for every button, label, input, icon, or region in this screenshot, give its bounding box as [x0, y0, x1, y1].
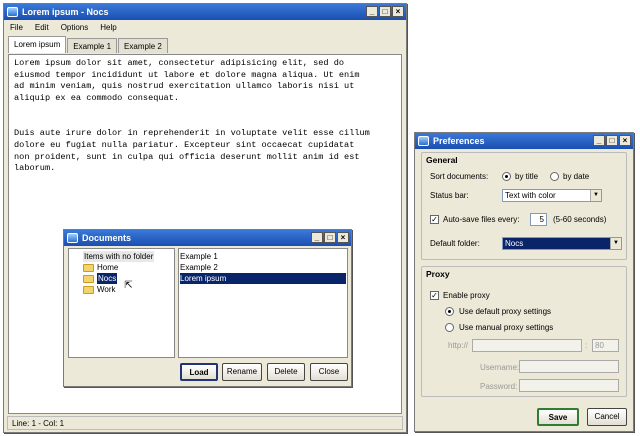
manual-proxy-label: Use manual proxy settings [459, 323, 554, 332]
documents-minimize-button[interactable]: _ [311, 232, 323, 243]
folder-item-home[interactable]: Home [83, 262, 174, 273]
documents-title: Documents [82, 233, 132, 243]
menubar: File Edit Options Help [4, 20, 406, 36]
enable-proxy-label: Enable proxy [443, 291, 490, 300]
username-label: Username: [480, 363, 520, 372]
statusbar-value: Text with color [505, 191, 556, 200]
folder-label: Work [97, 285, 116, 294]
save-button[interactable]: Save [537, 408, 579, 426]
autosave-input[interactable]: 5 [530, 213, 547, 226]
menu-file[interactable]: File [10, 20, 23, 36]
main-title: Lorem ipsum - Nocs [22, 7, 109, 17]
sort-by-title-radio[interactable] [502, 172, 511, 181]
username-input[interactable] [519, 360, 619, 373]
autosave-label: Auto-save files every: [443, 215, 520, 224]
menu-edit[interactable]: Edit [35, 20, 49, 36]
minimize-button[interactable]: _ [366, 6, 378, 17]
default-proxy-radio[interactable] [445, 307, 454, 316]
delete-button[interactable]: Delete [267, 363, 305, 381]
folder-icon [83, 274, 94, 283]
autosave-checkbox[interactable]: ✓ [430, 215, 439, 224]
proxy-heading: Proxy [426, 269, 450, 279]
documents-window: Documents _ □ × Items with no folder Hom… [63, 229, 352, 387]
app-icon [7, 7, 18, 17]
chevron-down-icon: ▼ [590, 190, 601, 201]
preferences-maximize-button[interactable]: □ [606, 135, 618, 146]
proxy-host-input[interactable] [472, 339, 582, 352]
main-titlebar[interactable]: Lorem ipsum - Nocs _ □ × [4, 4, 406, 20]
menu-options[interactable]: Options [61, 20, 89, 36]
preferences-icon [418, 136, 429, 146]
folder-item-no-folder[interactable]: Items with no folder [83, 251, 174, 262]
statusbar-select[interactable]: Text with color ▼ [502, 189, 602, 202]
file-item-lorem-ipsum[interactable]: Lorem ipsum [180, 273, 346, 284]
rename-button[interactable]: Rename [222, 363, 262, 381]
folder-item-nocs[interactable]: Nocs ⇱ [83, 273, 174, 291]
general-group: General Sort documents: by title by date… [421, 152, 627, 260]
chevron-down-icon: ▼ [610, 238, 621, 249]
default-folder-select[interactable]: Nocs ▼ [502, 237, 622, 250]
folder-label: Default folder: [430, 239, 480, 248]
default-folder-value: Nocs [505, 239, 524, 248]
by-date-label: by date [563, 172, 590, 181]
file-list: Example 1 Example 2 Lorem ipsum [178, 248, 348, 358]
manual-proxy-radio[interactable] [445, 323, 454, 332]
preferences-minimize-button[interactable]: _ [593, 135, 605, 146]
documents-close-button[interactable]: × [337, 232, 349, 243]
general-heading: General [426, 155, 458, 165]
documents-titlebar[interactable]: Documents _ □ × [64, 230, 351, 246]
cancel-button[interactable]: Cancel [587, 408, 627, 426]
tab-example-2[interactable]: Example 2 [118, 38, 168, 53]
sort-by-date-radio[interactable] [550, 172, 559, 181]
maximize-button[interactable]: □ [379, 6, 391, 17]
default-proxy-label: Use default proxy settings [459, 307, 552, 316]
sort-label: Sort documents: [430, 172, 489, 181]
close-dialog-button[interactable]: Close [310, 363, 348, 381]
folder-icon [83, 263, 94, 272]
documents-maximize-button[interactable]: □ [324, 232, 336, 243]
password-label: Password: [480, 382, 518, 391]
autosave-range: (5-60 seconds) [553, 215, 607, 224]
load-button[interactable]: Load [180, 363, 218, 381]
menu-help[interactable]: Help [100, 20, 116, 36]
http-label: http:// [448, 341, 469, 350]
tab-lorem-ipsum[interactable]: Lorem ipsum [8, 36, 67, 53]
statusbar-label: Status bar: [430, 191, 469, 200]
preferences-window: Preferences _ □ × General Sort documents… [414, 132, 634, 432]
cursor-icon: ⇱ [124, 280, 133, 291]
enable-proxy-checkbox[interactable]: ✓ [430, 291, 439, 300]
file-item-example-2[interactable]: Example 2 [180, 262, 346, 273]
status-bar: Line: 1 - Col: 1 [7, 416, 403, 430]
by-title-label: by title [515, 172, 539, 181]
proxy-group: Proxy ✓ Enable proxy Use default proxy s… [421, 266, 627, 397]
tab-example-1[interactable]: Example 1 [67, 38, 118, 53]
folder-label: Home [97, 263, 119, 272]
proxy-port-input[interactable]: 80 [592, 339, 619, 352]
preferences-titlebar[interactable]: Preferences _ □ × [415, 133, 633, 149]
preferences-close-button[interactable]: × [619, 135, 631, 146]
port-separator: : [585, 341, 588, 350]
folder-label: Items with no folder [83, 251, 155, 262]
folder-tree: Items with no folder Home Nocs ⇱ Work [68, 248, 175, 358]
file-item-example-1[interactable]: Example 1 [180, 251, 346, 262]
password-input[interactable] [519, 379, 619, 392]
folder-label: Nocs [97, 273, 118, 284]
document-tabs: Lorem ipsum Example 1 Example 2 [8, 36, 169, 53]
documents-icon [67, 233, 78, 243]
folder-icon [83, 285, 94, 294]
close-button[interactable]: × [392, 6, 404, 17]
preferences-title: Preferences [433, 136, 485, 146]
